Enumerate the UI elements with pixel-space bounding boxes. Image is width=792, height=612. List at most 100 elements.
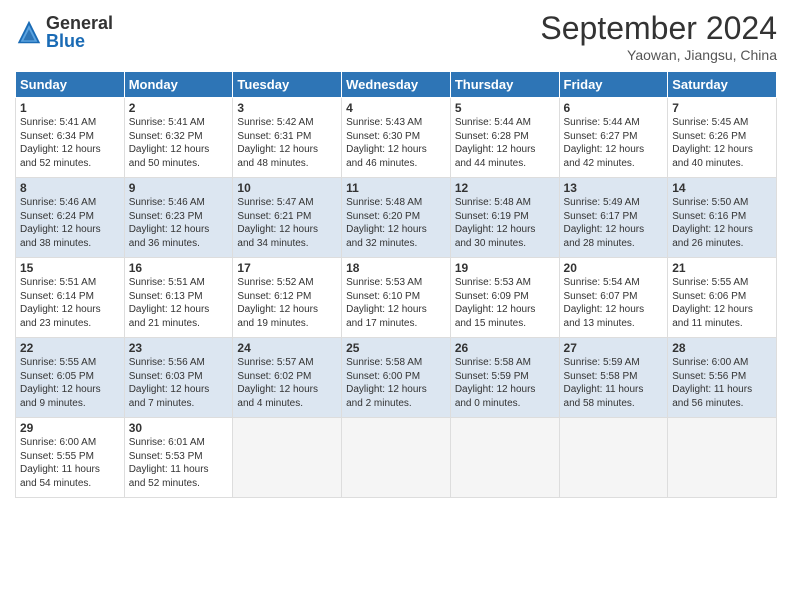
day-number: 26 [455,341,555,355]
day-info: Sunrise: 5:48 AM Sunset: 6:20 PM Dayligh… [346,196,446,250]
day-number: 9 [129,181,229,195]
day-info: Sunrise: 5:58 AM Sunset: 6:00 PM Dayligh… [346,356,446,410]
calendar-cell: 9Sunrise: 5:46 AM Sunset: 6:23 PM Daylig… [124,178,233,258]
day-number: 20 [564,261,664,275]
day-info: Sunrise: 5:50 AM Sunset: 6:16 PM Dayligh… [672,196,772,250]
day-info: Sunrise: 5:41 AM Sunset: 6:32 PM Dayligh… [129,116,229,170]
day-info: Sunrise: 6:00 AM Sunset: 5:55 PM Dayligh… [20,436,120,490]
calendar-cell: 17Sunrise: 5:52 AM Sunset: 6:12 PM Dayli… [233,258,342,338]
calendar-cell: 12Sunrise: 5:48 AM Sunset: 6:19 PM Dayli… [450,178,559,258]
calendar-cell: 16Sunrise: 5:51 AM Sunset: 6:13 PM Dayli… [124,258,233,338]
header-saturday: Saturday [668,72,777,98]
page-header: General Blue September 2024 Yaowan, Jian… [15,10,777,63]
day-number: 14 [672,181,772,195]
calendar-cell: 21Sunrise: 5:55 AM Sunset: 6:06 PM Dayli… [668,258,777,338]
day-info: Sunrise: 5:51 AM Sunset: 6:14 PM Dayligh… [20,276,120,330]
calendar-cell: 11Sunrise: 5:48 AM Sunset: 6:20 PM Dayli… [342,178,451,258]
calendar-cell: 26Sunrise: 5:58 AM Sunset: 5:59 PM Dayli… [450,338,559,418]
day-number: 16 [129,261,229,275]
calendar-cell: 10Sunrise: 5:47 AM Sunset: 6:21 PM Dayli… [233,178,342,258]
day-number: 5 [455,101,555,115]
header-wednesday: Wednesday [342,72,451,98]
calendar-cell: 23Sunrise: 5:56 AM Sunset: 6:03 PM Dayli… [124,338,233,418]
day-number: 25 [346,341,446,355]
day-number: 19 [455,261,555,275]
day-info: Sunrise: 5:49 AM Sunset: 6:17 PM Dayligh… [564,196,664,250]
day-info: Sunrise: 5:43 AM Sunset: 6:30 PM Dayligh… [346,116,446,170]
day-info: Sunrise: 5:44 AM Sunset: 6:28 PM Dayligh… [455,116,555,170]
calendar-week-4: 22Sunrise: 5:55 AM Sunset: 6:05 PM Dayli… [16,338,777,418]
day-number: 24 [237,341,337,355]
day-number: 6 [564,101,664,115]
header-thursday: Thursday [450,72,559,98]
calendar-cell: 24Sunrise: 5:57 AM Sunset: 6:02 PM Dayli… [233,338,342,418]
day-number: 17 [237,261,337,275]
calendar-cell: 22Sunrise: 5:55 AM Sunset: 6:05 PM Dayli… [16,338,125,418]
day-info: Sunrise: 5:58 AM Sunset: 5:59 PM Dayligh… [455,356,555,410]
day-info: Sunrise: 5:56 AM Sunset: 6:03 PM Dayligh… [129,356,229,410]
calendar-cell: 27Sunrise: 5:59 AM Sunset: 5:58 PM Dayli… [559,338,668,418]
calendar-cell: 6Sunrise: 5:44 AM Sunset: 6:27 PM Daylig… [559,98,668,178]
calendar-week-3: 15Sunrise: 5:51 AM Sunset: 6:14 PM Dayli… [16,258,777,338]
logo-text: General Blue [46,14,113,50]
calendar-cell: 14Sunrise: 5:50 AM Sunset: 6:16 PM Dayli… [668,178,777,258]
day-number: 12 [455,181,555,195]
calendar-cell [233,418,342,498]
day-number: 11 [346,181,446,195]
day-info: Sunrise: 5:53 AM Sunset: 6:09 PM Dayligh… [455,276,555,330]
day-info: Sunrise: 6:01 AM Sunset: 5:53 PM Dayligh… [129,436,229,490]
day-number: 10 [237,181,337,195]
day-number: 27 [564,341,664,355]
calendar-cell: 13Sunrise: 5:49 AM Sunset: 6:17 PM Dayli… [559,178,668,258]
day-number: 2 [129,101,229,115]
calendar-table: Sunday Monday Tuesday Wednesday Thursday… [15,71,777,498]
title-block: September 2024 Yaowan, Jiangsu, China [540,10,777,63]
calendar-cell: 28Sunrise: 6:00 AM Sunset: 5:56 PM Dayli… [668,338,777,418]
day-info: Sunrise: 5:57 AM Sunset: 6:02 PM Dayligh… [237,356,337,410]
calendar-week-1: 1Sunrise: 5:41 AM Sunset: 6:34 PM Daylig… [16,98,777,178]
header-monday: Monday [124,72,233,98]
calendar-cell [342,418,451,498]
calendar-week-2: 8Sunrise: 5:46 AM Sunset: 6:24 PM Daylig… [16,178,777,258]
logo-blue: Blue [46,32,113,50]
day-info: Sunrise: 5:46 AM Sunset: 6:24 PM Dayligh… [20,196,120,250]
day-info: Sunrise: 5:53 AM Sunset: 6:10 PM Dayligh… [346,276,446,330]
calendar-cell: 30Sunrise: 6:01 AM Sunset: 5:53 PM Dayli… [124,418,233,498]
calendar-cell: 8Sunrise: 5:46 AM Sunset: 6:24 PM Daylig… [16,178,125,258]
calendar-cell: 29Sunrise: 6:00 AM Sunset: 5:55 PM Dayli… [16,418,125,498]
day-info: Sunrise: 5:45 AM Sunset: 6:26 PM Dayligh… [672,116,772,170]
calendar-cell: 20Sunrise: 5:54 AM Sunset: 6:07 PM Dayli… [559,258,668,338]
calendar-cell: 19Sunrise: 5:53 AM Sunset: 6:09 PM Dayli… [450,258,559,338]
day-number: 15 [20,261,120,275]
header-sunday: Sunday [16,72,125,98]
day-number: 8 [20,181,120,195]
month-title: September 2024 [540,10,777,47]
day-info: Sunrise: 5:46 AM Sunset: 6:23 PM Dayligh… [129,196,229,250]
day-info: Sunrise: 5:54 AM Sunset: 6:07 PM Dayligh… [564,276,664,330]
day-info: Sunrise: 5:55 AM Sunset: 6:06 PM Dayligh… [672,276,772,330]
day-number: 23 [129,341,229,355]
day-number: 29 [20,421,120,435]
logo-general: General [46,14,113,32]
day-number: 28 [672,341,772,355]
page-container: General Blue September 2024 Yaowan, Jian… [0,0,792,508]
day-number: 18 [346,261,446,275]
day-info: Sunrise: 5:47 AM Sunset: 6:21 PM Dayligh… [237,196,337,250]
day-number: 3 [237,101,337,115]
calendar-cell: 1Sunrise: 5:41 AM Sunset: 6:34 PM Daylig… [16,98,125,178]
day-number: 13 [564,181,664,195]
logo: General Blue [15,14,113,50]
calendar-cell [450,418,559,498]
header-tuesday: Tuesday [233,72,342,98]
day-number: 7 [672,101,772,115]
day-number: 1 [20,101,120,115]
calendar-cell: 3Sunrise: 5:42 AM Sunset: 6:31 PM Daylig… [233,98,342,178]
day-number: 21 [672,261,772,275]
calendar-cell: 15Sunrise: 5:51 AM Sunset: 6:14 PM Dayli… [16,258,125,338]
day-info: Sunrise: 5:48 AM Sunset: 6:19 PM Dayligh… [455,196,555,250]
header-row: Sunday Monday Tuesday Wednesday Thursday… [16,72,777,98]
calendar-week-5: 29Sunrise: 6:00 AM Sunset: 5:55 PM Dayli… [16,418,777,498]
day-info: Sunrise: 5:51 AM Sunset: 6:13 PM Dayligh… [129,276,229,330]
calendar-cell: 25Sunrise: 5:58 AM Sunset: 6:00 PM Dayli… [342,338,451,418]
day-info: Sunrise: 5:44 AM Sunset: 6:27 PM Dayligh… [564,116,664,170]
